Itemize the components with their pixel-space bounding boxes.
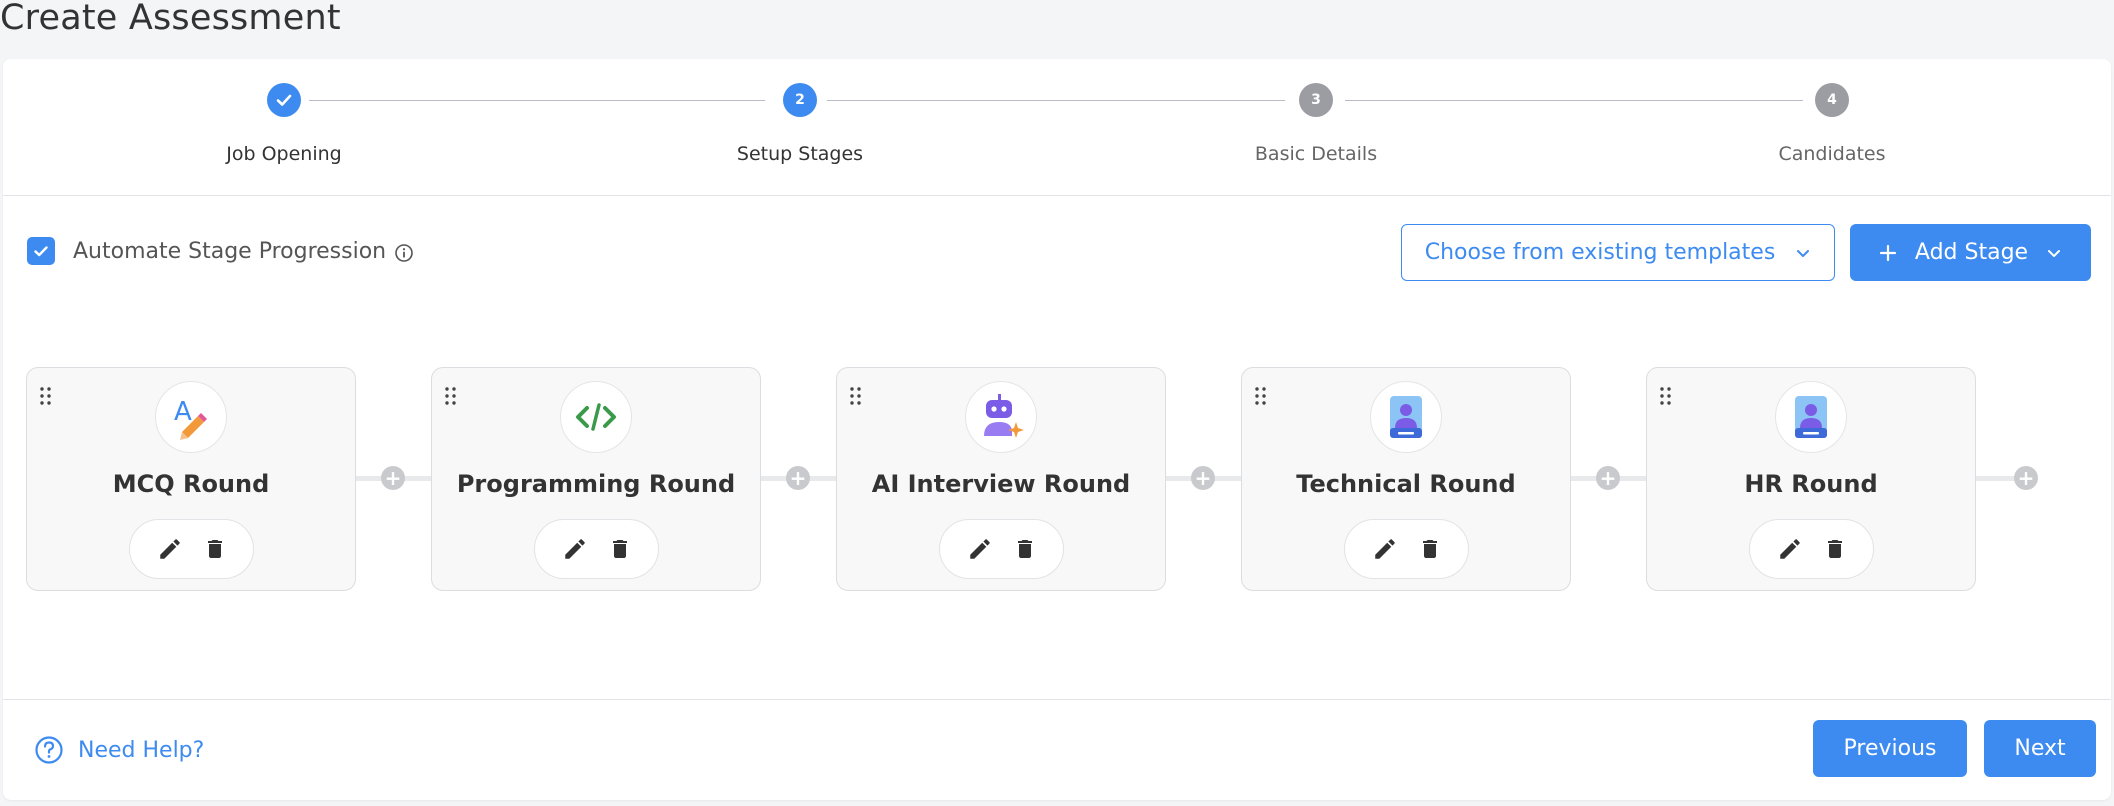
step-2-number[interactable]: 2	[783, 83, 817, 117]
automate-checkbox[interactable]	[27, 237, 55, 265]
stepper: 2 3 4 Job Opening Setup Stages Basic Det…	[3, 59, 2111, 196]
svg-text:A: A	[174, 397, 192, 427]
stage-card-programming[interactable]: Programming Round	[431, 367, 761, 591]
stage-name: Programming Round	[456, 470, 736, 498]
person-id-card-icon	[1370, 381, 1442, 453]
stage-card-technical[interactable]: Technical Round	[1241, 367, 1571, 591]
plus-icon	[1879, 244, 1897, 261]
add-stage-button[interactable]: Add Stage	[1850, 224, 2091, 281]
edit-icon[interactable]	[1372, 536, 1398, 562]
drag-handle-icon[interactable]	[849, 386, 863, 406]
ai-robot-icon	[965, 381, 1037, 453]
insert-stage-button[interactable]: +	[2014, 466, 2038, 490]
automate-stage-progression: Automate Stage Progression	[27, 237, 414, 265]
choose-templates-dropdown[interactable]: Choose from existing templates	[1401, 224, 1835, 281]
stage-name: Technical Round	[1296, 470, 1516, 498]
person-id-card-icon	[1775, 381, 1847, 453]
step-1-label: Job Opening	[226, 143, 342, 165]
edit-icon[interactable]	[967, 536, 993, 562]
chevron-down-icon	[2048, 249, 2061, 257]
step-connector	[309, 100, 765, 101]
add-stage-label: Add Stage	[1914, 240, 2029, 265]
stage-actions	[939, 519, 1064, 579]
assessment-card: 2 3 4 Job Opening Setup Stages Basic Det…	[3, 59, 2111, 800]
step-3-label: Basic Details	[1254, 143, 1378, 165]
stage-card-mcq[interactable]: A MCQ Round	[26, 367, 356, 591]
step-3-number[interactable]: 3	[1299, 83, 1333, 117]
delete-icon[interactable]	[1013, 536, 1037, 562]
drag-handle-icon[interactable]	[39, 386, 53, 406]
footer: Need Help? Previous Next	[3, 699, 2111, 800]
need-help-link[interactable]: Need Help?	[34, 735, 204, 765]
edit-icon[interactable]	[1777, 536, 1803, 562]
step-2-label: Setup Stages	[736, 143, 864, 165]
drag-handle-icon[interactable]	[1254, 386, 1268, 406]
insert-stage-button[interactable]: +	[786, 466, 810, 490]
page-title: Create Assessment	[0, 0, 341, 38]
stage-card-ai-interview[interactable]: AI Interview Round	[836, 367, 1166, 591]
next-button[interactable]: Next	[1984, 720, 2096, 777]
delete-icon[interactable]	[1418, 536, 1442, 562]
insert-stage-button[interactable]: +	[1596, 466, 1620, 490]
stage-name: AI Interview Round	[871, 470, 1131, 498]
insert-stage-button[interactable]: +	[1191, 466, 1215, 490]
chevron-down-icon	[1797, 249, 1810, 257]
drag-handle-icon[interactable]	[444, 386, 458, 406]
delete-icon[interactable]	[1823, 536, 1847, 562]
step-connector	[1345, 100, 1803, 101]
mcq-pencil-icon: A	[155, 381, 227, 453]
stage-actions	[1749, 519, 1874, 579]
code-brackets-icon	[560, 381, 632, 453]
insert-stage-button[interactable]: +	[381, 466, 405, 490]
edit-icon[interactable]	[157, 536, 183, 562]
drag-handle-icon[interactable]	[1659, 386, 1673, 406]
check-icon	[276, 94, 292, 106]
need-help-label: Need Help?	[78, 737, 205, 763]
step-4-number[interactable]: 4	[1815, 83, 1849, 117]
step-connector	[827, 100, 1285, 101]
step-4-label: Candidates	[1778, 143, 1886, 165]
edit-icon[interactable]	[562, 536, 588, 562]
stage-actions	[1344, 519, 1469, 579]
stage-actions	[534, 519, 659, 579]
step-1-complete[interactable]	[267, 83, 301, 117]
automate-label: Automate Stage Progression	[73, 238, 387, 264]
help-circle-icon	[35, 736, 63, 764]
delete-icon[interactable]	[608, 536, 632, 562]
info-icon[interactable]	[394, 243, 414, 263]
check-icon	[34, 246, 48, 257]
delete-icon[interactable]	[203, 536, 227, 562]
templates-label: Choose from existing templates	[1424, 240, 1776, 265]
previous-button[interactable]: Previous	[1813, 720, 1967, 777]
stage-name: MCQ Round	[112, 470, 270, 498]
stage-card-hr[interactable]: HR Round	[1646, 367, 1976, 591]
stage-actions	[129, 519, 254, 579]
stage-name: HR Round	[1744, 470, 1878, 498]
